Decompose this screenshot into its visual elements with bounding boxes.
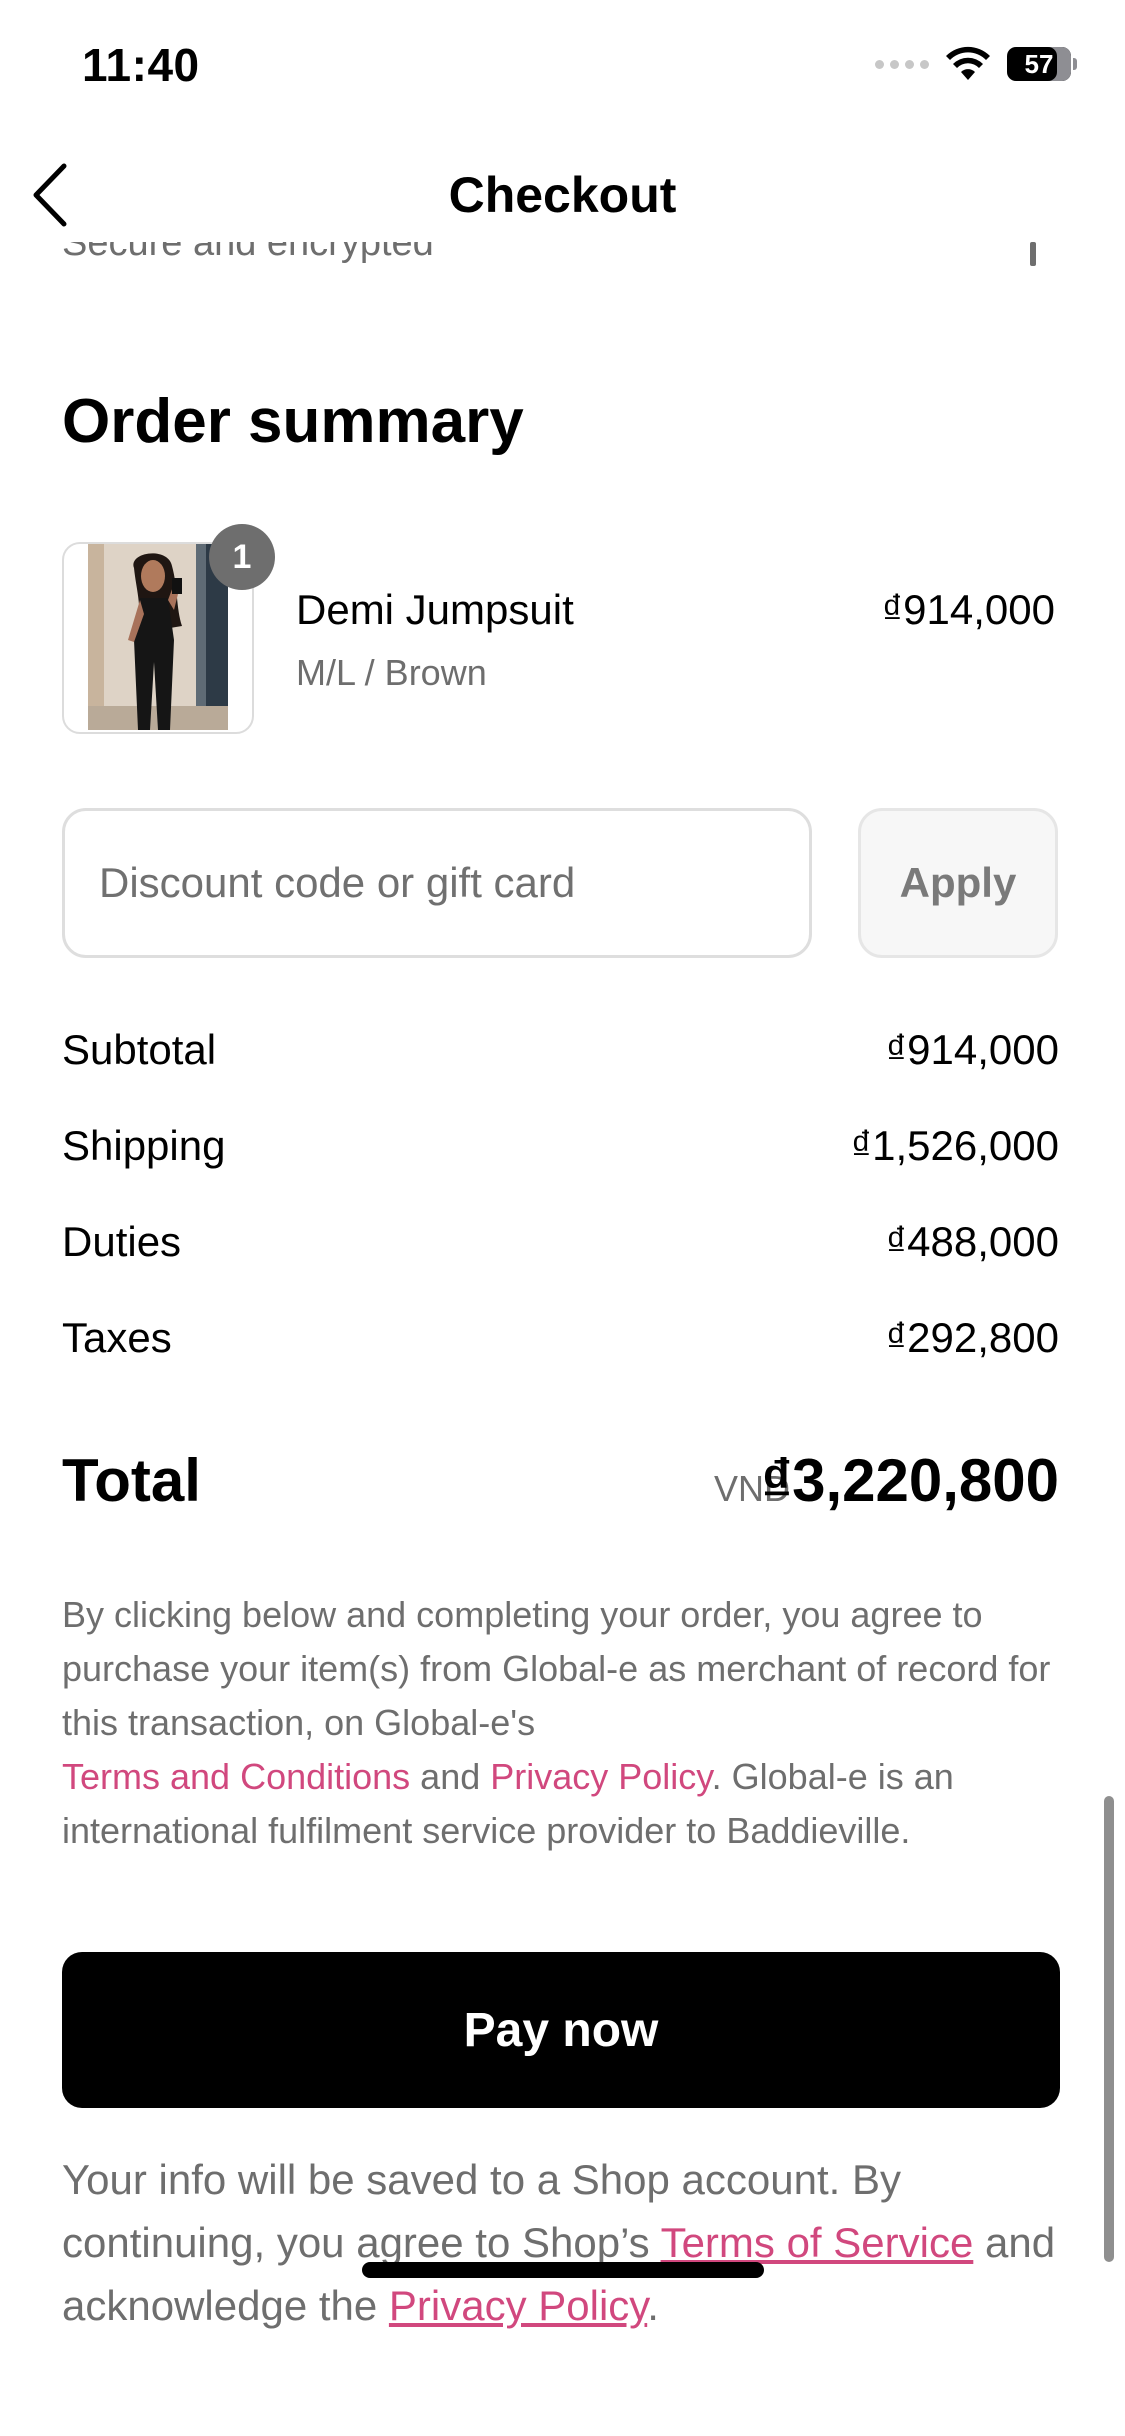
- shipping-value: ₫1,526,000: [850, 1122, 1059, 1169]
- shipping-label: Shipping: [62, 1122, 226, 1169]
- shop-terms-of-service-link[interactable]: Terms of Service: [661, 2219, 974, 2266]
- shop-account-notice: Your info will be saved to a Shop accoun…: [62, 2148, 1072, 2337]
- legal-text-part1: By clicking below and completing your or…: [62, 1594, 1051, 1743]
- scrollbar[interactable]: [1104, 1796, 1114, 2262]
- subtotal-label: Subtotal: [62, 1026, 217, 1073]
- pay-now-button[interactable]: Pay now: [62, 1952, 1060, 2108]
- security-text: Secure and encrypted: [62, 242, 434, 264]
- product-name: Demi Jumpsuit: [296, 586, 574, 633]
- battery-nub: [1073, 58, 1077, 70]
- total-value: ₫3,220,800: [761, 1447, 1059, 1514]
- shop-privacy-policy-link[interactable]: Privacy Policy: [389, 2282, 647, 2329]
- status-time: 11:40: [82, 39, 200, 91]
- wifi-icon: [946, 46, 990, 80]
- privacy-policy-link[interactable]: Privacy Policy: [490, 1756, 711, 1797]
- apply-discount-button[interactable]: Apply: [858, 808, 1058, 958]
- home-indicator[interactable]: [362, 2262, 764, 2278]
- scrolled-icon-fragment: [1030, 242, 1036, 266]
- scrolled-security-row: Secure and encrypted: [62, 242, 1062, 270]
- page-title: Checkout: [448, 167, 677, 223]
- cellular-signal-icon: [875, 59, 929, 69]
- battery-icon: 57: [1007, 47, 1071, 81]
- taxes-value: ₫292,800: [885, 1314, 1059, 1361]
- product-variant: M/L / Brown: [296, 652, 487, 693]
- quantity-badge: 1: [209, 524, 275, 590]
- taxes-label: Taxes: [62, 1314, 172, 1361]
- discount-code-input[interactable]: [62, 808, 812, 958]
- legal-and-text: and: [410, 1756, 491, 1797]
- status-icons: 57: [875, 44, 1077, 84]
- order-summary-title: Order summary: [62, 387, 524, 456]
- merchant-legal-text: By clicking below and completing your or…: [62, 1588, 1062, 1858]
- product-price: ₫914,000: [881, 586, 1055, 633]
- battery-level: 57: [1024, 48, 1054, 79]
- product-photo: [88, 544, 228, 730]
- duties-value: ₫488,000: [885, 1218, 1059, 1265]
- total-label: Total: [62, 1447, 201, 1514]
- shop-note-part3: .: [647, 2282, 659, 2329]
- subtotal-value: ₫914,000: [885, 1026, 1059, 1073]
- terms-and-conditions-link[interactable]: Terms and Conditions: [62, 1756, 410, 1797]
- duties-label: Duties: [62, 1218, 182, 1265]
